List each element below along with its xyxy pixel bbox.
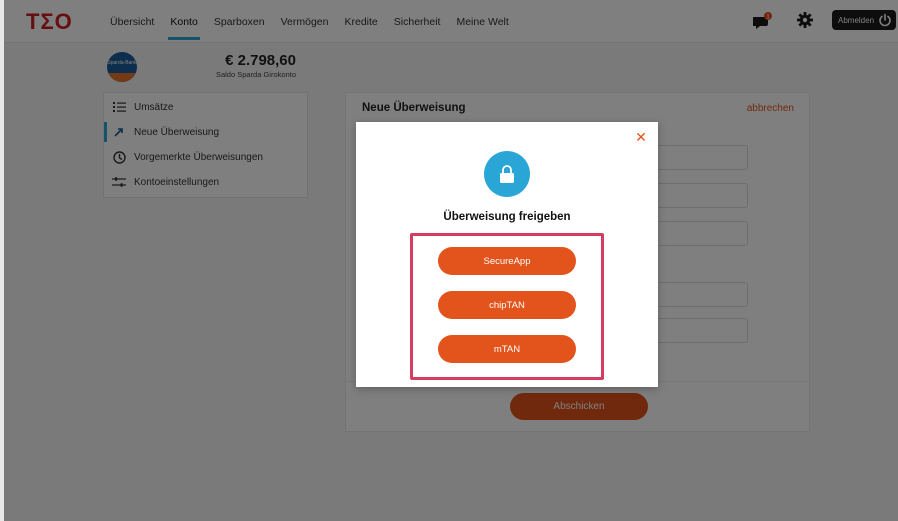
modal-title: Überweisung freigeben	[443, 211, 571, 223]
chiptan-button[interactable]: chipTAN	[438, 291, 576, 319]
secureapp-button[interactable]: SecureApp	[438, 247, 576, 275]
authorization-modal: ✕ Überweisung freigeben SecureApp chipTA…	[356, 122, 658, 387]
mtan-button[interactable]: mTAN	[438, 335, 576, 363]
app-frame: TΣO Übersicht Konto Sparboxen Vermögen K…	[0, 0, 898, 521]
close-icon[interactable]: ✕	[634, 130, 648, 144]
lock-icon	[484, 151, 530, 197]
